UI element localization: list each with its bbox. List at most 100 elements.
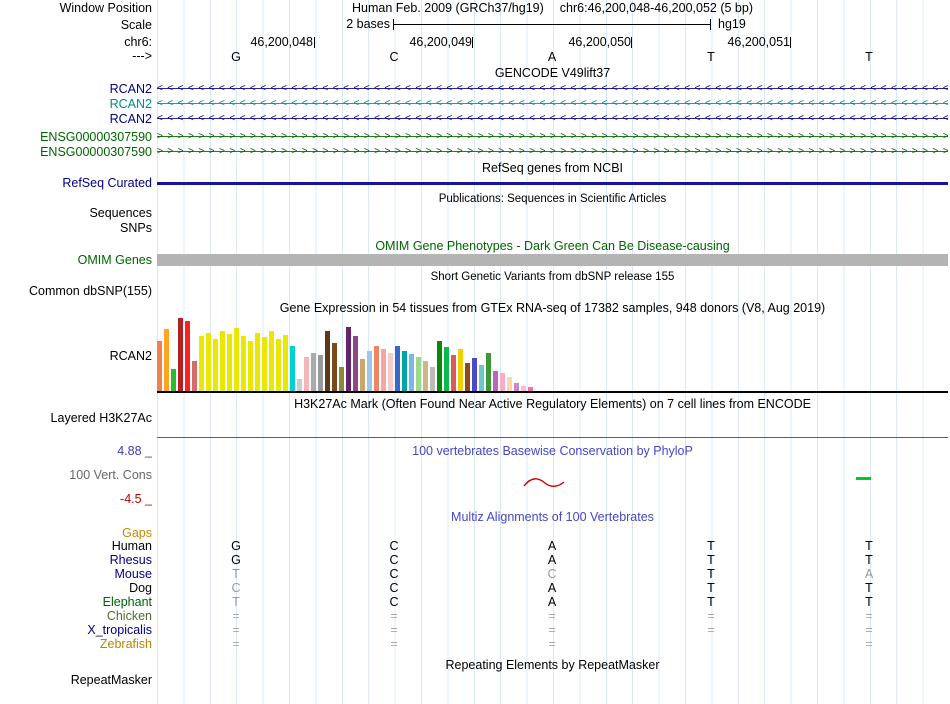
species-label-rhesus[interactable]: Rhesus — [0, 553, 152, 567]
alignment-base: = — [862, 609, 876, 623]
reference-base: A — [545, 50, 559, 64]
alignment-base: T — [862, 539, 876, 553]
gtex-tissue-bar — [458, 349, 463, 391]
species-label-xtropicalis[interactable]: X_tropicalis — [0, 623, 152, 637]
track-title-omim[interactable]: OMIM Gene Phenotypes - Dark Green Can Be… — [157, 239, 948, 253]
phylop-negative-wiggle — [522, 474, 572, 492]
track-label-omim-genes[interactable]: OMIM Genes — [0, 253, 152, 267]
species-label-dog[interactable]: Dog — [0, 581, 152, 595]
gtex-tissue-bar — [500, 373, 505, 391]
gene-label-rcan2[interactable]: RCAN2 — [0, 112, 152, 126]
gtex-tissue-bar — [332, 343, 337, 391]
track-label-gaps[interactable]: Gaps — [0, 526, 152, 540]
alignment-base: T — [229, 595, 243, 609]
position-header: Human Feb. 2009 (GRCh37/hg19) chr6:46,20… — [157, 1, 948, 15]
alignment-base: A — [862, 567, 876, 581]
alignment-base: = — [545, 637, 559, 651]
alignment-base: C — [387, 553, 401, 567]
gene-intron-arrows[interactable]: <<<<<<<<<<<<<<<<<<<<<<<<<<<<<<<<<<<<<<<<… — [157, 82, 948, 95]
alignment-base: C — [387, 539, 401, 553]
alignment-base: T — [704, 553, 718, 567]
alignment-base: = — [387, 637, 401, 651]
gtex-tissue-bar — [430, 367, 435, 391]
gtex-tissue-bar — [276, 339, 281, 391]
gtex-tissue-bar — [479, 365, 484, 391]
gene-intron-arrows[interactable]: >>>>>>>>>>>>>>>>>>>>>>>>>>>>>>>>>>>>>>>>… — [157, 145, 948, 158]
alignment-base: = — [229, 637, 243, 651]
gtex-tissue-bar — [213, 339, 218, 391]
alignment-base: = — [545, 623, 559, 637]
track-label-refseq-curated[interactable]: RefSeq Curated — [0, 176, 152, 190]
reference-base: C — [387, 50, 401, 64]
phylop-max-value: 4.88 _ — [0, 444, 152, 458]
alignment-base: = — [862, 637, 876, 651]
track-title-h3k27ac[interactable]: H3K27Ac Mark (Often Found Near Active Re… — [157, 397, 948, 411]
assembly-info: Human Feb. 2009 (GRCh37/hg19) — [352, 1, 544, 15]
gtex-tissue-bar — [248, 341, 253, 391]
genome-browser-image: Window Position Human Feb. 2009 (GRCh37/… — [0, 0, 950, 704]
gene-label-ensg[interactable]: ENSG00000307590 — [0, 145, 152, 159]
gene-intron-arrows[interactable]: <<<<<<<<<<<<<<<<<<<<<<<<<<<<<<<<<<<<<<<<… — [157, 97, 948, 110]
gtex-expression-chart[interactable] — [157, 316, 533, 391]
track-title-multiz[interactable]: Multiz Alignments of 100 Vertebrates — [157, 510, 948, 524]
gtex-tissue-bar — [234, 328, 239, 391]
track-title-repeatmasker[interactable]: Repeating Elements by RepeatMasker — [157, 658, 948, 672]
gene-intron-arrows[interactable]: >>>>>>>>>>>>>>>>>>>>>>>>>>>>>>>>>>>>>>>>… — [157, 130, 948, 143]
gtex-tissue-bar — [409, 354, 414, 391]
chrom-label: chr6: — [0, 35, 152, 49]
gtex-tissue-bar — [360, 359, 365, 391]
gtex-tissue-bar — [374, 346, 379, 391]
coordinate-tick — [314, 37, 315, 48]
track-label-phylop[interactable]: 100 Vert. Cons — [0, 468, 152, 482]
species-label-human[interactable]: Human — [0, 539, 152, 553]
gene-label-rcan2[interactable]: RCAN2 — [0, 82, 152, 96]
alignment-base: A — [545, 581, 559, 595]
track-title-dbsnp[interactable]: Short Genetic Variants from dbSNP releas… — [157, 270, 948, 284]
gtex-tissue-bar — [388, 353, 393, 391]
track-title-refseq[interactable]: RefSeq genes from NCBI — [157, 161, 948, 175]
track-label-common-dbsnp[interactable]: Common dbSNP(155) — [0, 284, 152, 298]
track-label-sequences[interactable]: Sequences — [0, 206, 152, 220]
scale-assembly: hg19 — [718, 17, 746, 31]
scale-bar — [393, 24, 711, 25]
gtex-tissue-bar — [395, 346, 400, 391]
alignment-base: C — [387, 581, 401, 595]
gtex-tissue-bar — [241, 336, 246, 391]
reference-base: T — [704, 50, 718, 64]
alignment-base: T — [704, 539, 718, 553]
gtex-tissue-bar — [269, 331, 274, 391]
alignment-base: = — [229, 609, 243, 623]
track-label-repeatmasker[interactable]: RepeatMasker — [0, 673, 152, 687]
gene-label-rcan2[interactable]: RCAN2 — [0, 97, 152, 111]
scale-value: 2 bases — [157, 18, 390, 31]
track-label-gtex-rcan2[interactable]: RCAN2 — [0, 349, 152, 363]
track-title-publications[interactable]: Publications: Sequences in Scientific Ar… — [157, 192, 948, 206]
reference-base: G — [229, 50, 243, 64]
coordinate-label: 46,200,051 — [690, 36, 790, 49]
alignment-row-dog: CCATT — [157, 581, 948, 595]
species-label-elephant[interactable]: Elephant — [0, 595, 152, 609]
species-label-mouse[interactable]: Mouse — [0, 567, 152, 581]
h3k27ac-baseline — [157, 437, 948, 438]
gtex-tissue-bar — [157, 341, 162, 391]
alignment-base: G — [229, 553, 243, 567]
alignment-row-mouse: TCCTA — [157, 567, 948, 581]
track-label-h3k27ac[interactable]: Layered H3K27Ac — [0, 411, 152, 425]
gtex-tissue-bar — [437, 341, 442, 391]
gtex-tissue-bar — [514, 383, 519, 391]
gene-label-ensg[interactable]: ENSG00000307590 — [0, 130, 152, 144]
alignment-base: T — [704, 595, 718, 609]
alignment-base: G — [229, 539, 243, 553]
gene-intron-arrows[interactable]: <<<<<<<<<<<<<<<<<<<<<<<<<<<<<<<<<<<<<<<<… — [157, 112, 948, 125]
refseq-gene-bar[interactable] — [157, 182, 948, 185]
species-label-chicken[interactable]: Chicken — [0, 609, 152, 623]
alignment-row-chicken: ===== — [157, 609, 948, 623]
track-label-snps[interactable]: SNPs — [0, 221, 152, 235]
species-label-zebrafish[interactable]: Zebrafish — [0, 637, 152, 651]
omim-gene-bar[interactable] — [157, 254, 948, 266]
alignment-row-zebrafish: = = = = — [157, 637, 948, 651]
gtex-tissue-bar — [318, 355, 323, 391]
track-title-gtex[interactable]: Gene Expression in 54 tissues from GTEx … — [157, 301, 948, 315]
track-title-gencode[interactable]: GENCODE V49lift37 — [157, 66, 948, 80]
track-title-phylop[interactable]: 100 vertebrates Basewise Conservation by… — [157, 444, 948, 458]
